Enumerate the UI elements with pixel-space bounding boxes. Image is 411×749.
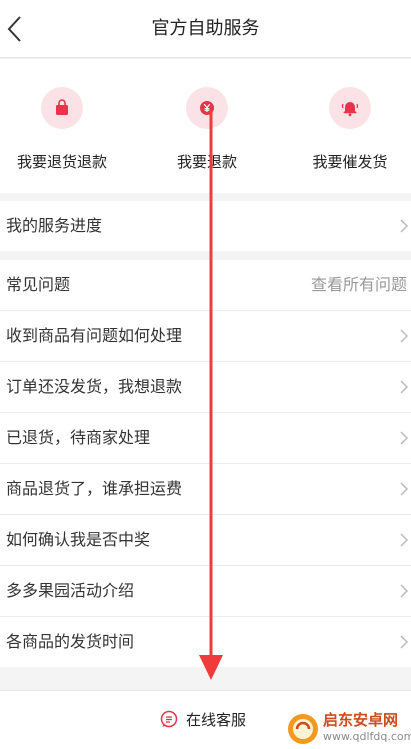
- faq-item-label: 订单还没发货，我想退款: [6, 377, 183, 396]
- yen-icon-circle: [186, 87, 228, 129]
- yen-icon: [200, 101, 214, 115]
- chevron-right-icon: [400, 431, 409, 445]
- faq-title: 常见问题: [6, 275, 71, 294]
- urge-shipping-action[interactable]: 我要催发货: [285, 87, 411, 172]
- header-bar: 官方自助服务: [0, 0, 411, 58]
- faq-item-label: 收到商品有问题如何处理: [6, 326, 183, 345]
- faq-item-row[interactable]: 多多果园活动介绍: [0, 566, 411, 616]
- faq-item-row[interactable]: 商品退货了，谁承担运费: [0, 464, 411, 514]
- faq-item-row[interactable]: 收到商品有问题如何处理: [0, 311, 411, 361]
- chevron-right-icon: [400, 380, 409, 394]
- bell-icon-circle: [329, 87, 371, 129]
- faq-item-label: 多多果园活动介绍: [6, 581, 135, 600]
- return-refund-action[interactable]: 我要退货退款: [0, 87, 127, 172]
- faq-header: 常见问题 查看所有问题: [0, 260, 411, 310]
- quick-action-label: 我要催发货: [312, 153, 388, 171]
- chevron-right-icon: [400, 482, 409, 496]
- faq-item-label: 如何确认我是否中奖: [6, 530, 151, 549]
- watermark-logo-icon: [288, 714, 318, 744]
- watermark-url: www.qdlfdq.com: [323, 730, 411, 743]
- watermark-name: 启东安卓网: [323, 711, 399, 729]
- watermark: 启东安卓网 www.qdlfdq.com: [283, 708, 411, 749]
- view-all-questions-link[interactable]: 查看所有问题: [311, 260, 407, 310]
- faq-item-row[interactable]: 如何确认我是否中奖: [0, 515, 411, 565]
- faq-item-row[interactable]: 已退货，待商家处理: [0, 413, 411, 463]
- chevron-right-icon: [400, 584, 409, 598]
- faq-item-label: 商品退货了，谁承担运费: [6, 479, 183, 498]
- chevron-right-icon: [400, 635, 409, 649]
- refund-action[interactable]: 我要退款: [142, 87, 272, 172]
- faq-item-row[interactable]: 订单还没发货，我想退款: [0, 362, 411, 412]
- chat-icon: [160, 710, 178, 728]
- chevron-right-icon: [400, 329, 409, 343]
- chevron-right-icon: [400, 533, 409, 547]
- customer-service-label: 在线客服: [186, 711, 247, 729]
- quick-action-label: 我要退款: [176, 153, 237, 171]
- quick-action-label: 我要退货退款: [16, 153, 107, 171]
- faq-item-label: 各商品的发货时间: [6, 632, 135, 651]
- chevron-right-icon: [400, 219, 409, 233]
- faq-item-label: 已退货，待商家处理: [6, 428, 151, 447]
- bag-icon-circle: [41, 87, 83, 129]
- quick-actions: 我要退货退款 我要退款 我要催发货: [0, 59, 411, 193]
- bell-icon: [341, 102, 359, 117]
- service-progress-row[interactable]: 我的服务进度: [0, 201, 411, 251]
- page-title: 官方自助服务: [151, 18, 260, 39]
- faq-item-row[interactable]: 各商品的发货时间: [0, 617, 411, 667]
- bag-icon: [56, 99, 68, 115]
- service-progress-label: 我的服务进度: [6, 216, 103, 235]
